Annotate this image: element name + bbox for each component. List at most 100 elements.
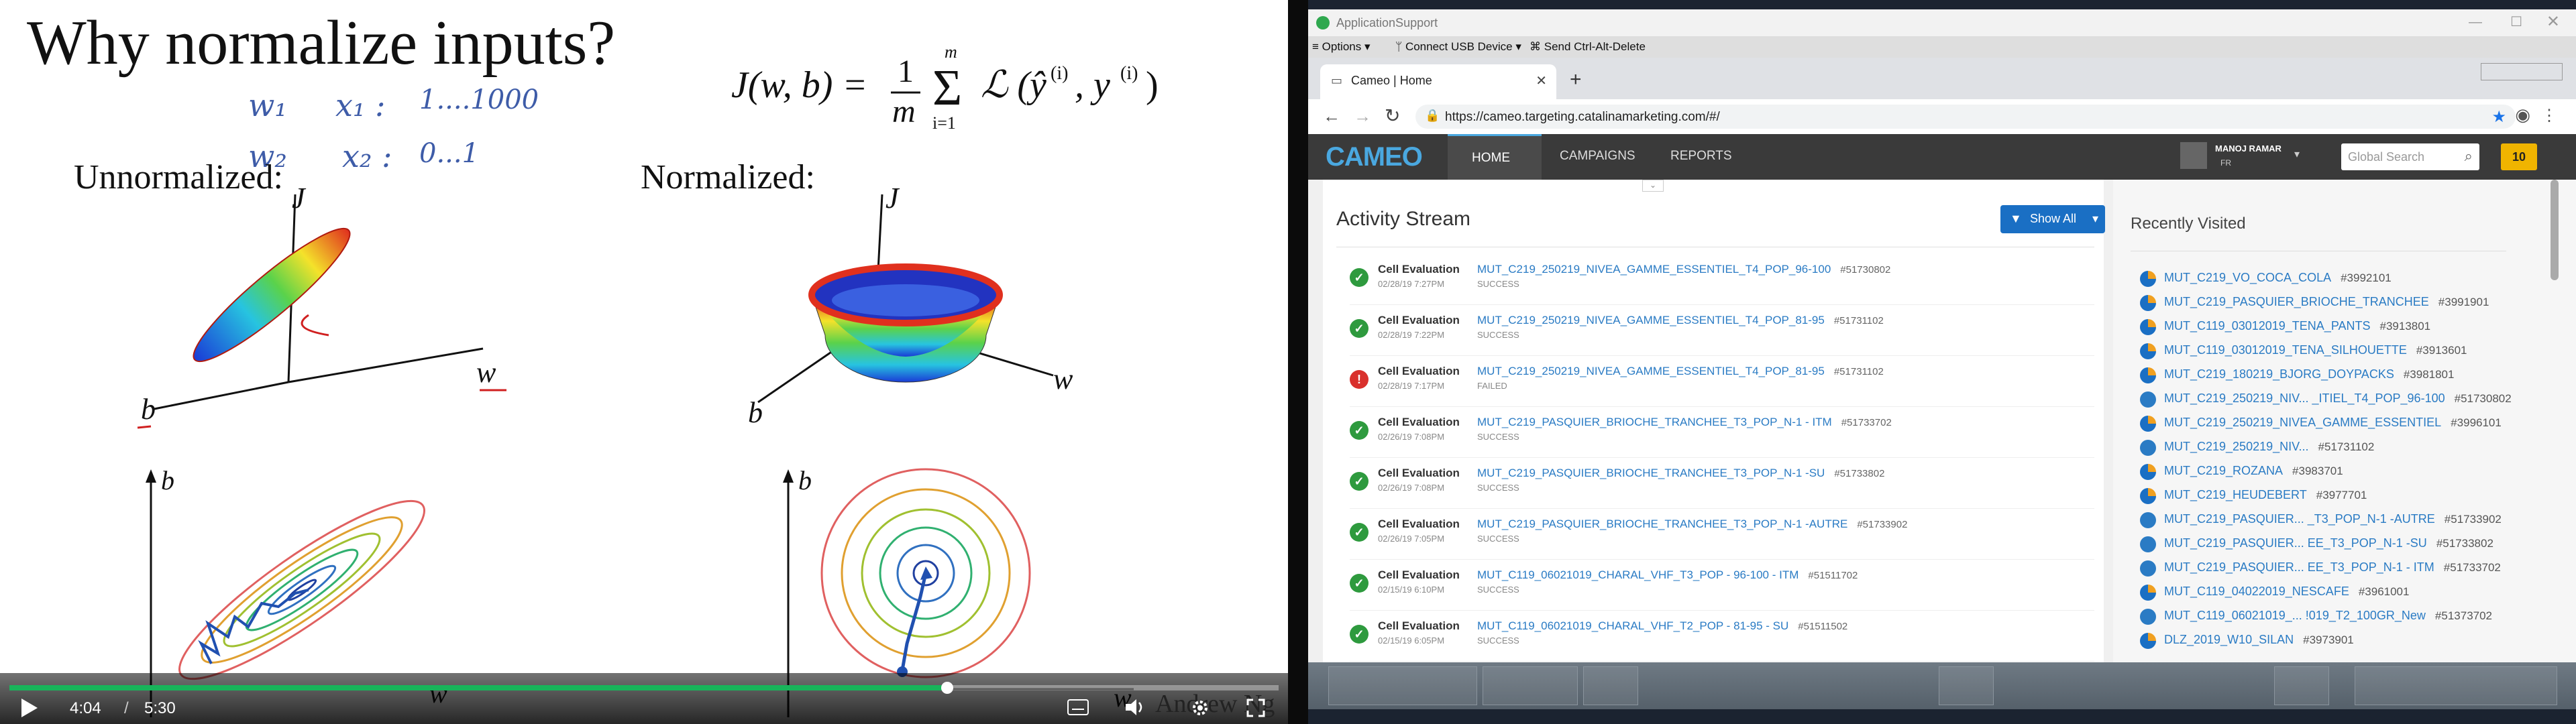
user-menu-chevron-icon[interactable]: ▾ <box>2294 147 2300 161</box>
show-all-button[interactable]: ▼ Show All ▾ <box>2000 205 2105 233</box>
nav-reports[interactable]: REPORTS <box>1670 149 1732 164</box>
activity-link[interactable]: MUT_C119_06021019_CHARAL_VHF_T3_POP - 96… <box>1477 568 1858 582</box>
recent-item-name[interactable]: MUT_C119_06021019_... !019_T2_100GR_New #… <box>2164 609 2492 623</box>
play-icon[interactable] <box>19 697 39 719</box>
nav-campaigns[interactable]: CAMPAIGNS <box>1560 149 1635 164</box>
maximize-icon[interactable]: ☐ <box>2510 13 2522 30</box>
recent-item[interactable]: MUT_C219_VO_COCA_COLA #3992101 <box>2140 267 2529 291</box>
close-icon[interactable]: ✕ <box>2546 12 2560 32</box>
recent-item[interactable]: MUT_C219_ROZANA #3983701 <box>2140 460 2529 484</box>
recent-item[interactable]: MUT_C219_HEUDEBERT #3977701 <box>2140 484 2529 508</box>
volume-icon[interactable] <box>1124 697 1147 717</box>
current-time: 4:04 <box>70 699 101 717</box>
recent-item-name[interactable]: MUT_C219_180219_BJORG_DOYPACKS #3981801 <box>2164 367 2454 381</box>
recent-item[interactable]: MUT_C219_180219_BJORG_DOYPACKS #3981801 <box>2140 363 2529 387</box>
activity-type: Cell Evaluation <box>1378 263 1460 276</box>
activity-type: Cell Evaluation <box>1378 314 1460 326</box>
profile-icon[interactable]: ◉ <box>2515 105 2530 125</box>
nav-home[interactable]: HOME <box>1448 134 1542 182</box>
global-search[interactable]: Global Search ⌕ <box>2341 143 2479 170</box>
bookmark-star-icon[interactable]: ★ <box>2491 107 2506 127</box>
activity-link[interactable]: MUT_C219_250219_NIVEA_GAMME_ESSENTIEL_T4… <box>1477 263 1890 276</box>
ctrl-alt-del-button[interactable]: ⌘ Send Ctrl-Alt-Delete <box>1529 40 1646 54</box>
recent-item-id: #3996101 <box>2451 416 2502 429</box>
handwriting-x1-range: 1....1000 <box>419 84 539 115</box>
recent-item[interactable]: MUT_C119_06021019_... !019_T2_100GR_New #… <box>2140 605 2529 629</box>
system-tray[interactable] <box>2355 666 2557 705</box>
taskbar-item[interactable] <box>1328 666 1477 705</box>
lock-icon: 🔒 <box>1425 109 1440 122</box>
forward-icon[interactable]: → <box>1354 106 1371 127</box>
recent-item-name[interactable]: MUT_C219_PASQUIER... _T3_POP_N-1 -AUTRE #… <box>2164 512 2502 526</box>
campaign-pie-icon <box>2140 585 2156 601</box>
axis-w-label: w <box>476 356 496 389</box>
campaign-pie-icon <box>2140 488 2156 504</box>
taskbar-item[interactable] <box>1583 666 1638 705</box>
recent-item-name[interactable]: MUT_C219_PASQUIER_BRIOCHE_TRANCHEE #39919… <box>2164 295 2489 309</box>
recent-item-name[interactable]: MUT_C219_250219_NIV... _ITIEL_T4_POP_96-… <box>2164 391 2512 406</box>
address-bar[interactable]: 🔒 https://cameo.targeting.catalinamarket… <box>1415 105 2516 129</box>
recent-item[interactable]: MUT_C119_03012019_TENA_SILHOUETTE #391360… <box>2140 339 2529 363</box>
tab-title: Cameo | Home <box>1351 74 1432 87</box>
remote-desktop-window[interactable]: ApplicationSupport — ☐ ✕ ≡ Options ▾ ᛘ C… <box>1308 0 2576 724</box>
cameo-logo[interactable]: CAMEO <box>1326 142 1423 172</box>
recent-item-name[interactable]: MUT_C219_PASQUIER... EE_T3_POP_N-1 -SU #5… <box>2164 536 2493 550</box>
back-icon[interactable]: ← <box>1323 106 1340 127</box>
recent-item-name[interactable]: MUT_C219_250219_NIVEA_GAMME_ESSENTIEL #39… <box>2164 416 2502 430</box>
taskbar-item[interactable] <box>1483 666 1578 705</box>
menu-icon[interactable]: ⋮ <box>2541 106 2557 125</box>
settings-icon[interactable] <box>1191 699 1210 717</box>
recent-item-name[interactable]: MUT_C219_HEUDEBERT #3977701 <box>2164 488 2367 502</box>
reload-icon[interactable]: ↻ <box>1385 105 1400 127</box>
collapse-chevron-icon[interactable]: ⌄ <box>1642 180 1664 192</box>
fullscreen-icon[interactable] <box>1246 699 1265 717</box>
recent-item-name[interactable]: MUT_C219_250219_NIV... #51731102 <box>2164 440 2374 454</box>
video-progress-bar[interactable] <box>9 682 1279 694</box>
recent-item-name[interactable]: DLZ_2019_W10_SILAN #3973901 <box>2164 633 2354 647</box>
recent-item[interactable]: MUT_C219_PASQUIER... EE_T3_POP_N-1 -SU #5… <box>2140 532 2529 556</box>
recent-item[interactable]: MUT_C219_250219_NIVEA_GAMME_ESSENTIEL #39… <box>2140 412 2529 436</box>
recent-item-name[interactable]: MUT_C219_ROZANA #3983701 <box>2164 464 2343 478</box>
recent-item-id: #3991901 <box>2438 296 2489 308</box>
new-tab-icon[interactable]: + <box>1570 68 1582 91</box>
avatar[interactable] <box>2180 142 2207 169</box>
vm-title: ApplicationSupport <box>1336 16 1438 29</box>
activity-link[interactable]: MUT_C219_250219_NIVEA_GAMME_ESSENTIEL_T4… <box>1477 314 1884 327</box>
options-menu[interactable]: ≡ Options ▾ <box>1312 40 1371 54</box>
activity-link[interactable]: MUT_C219_PASQUIER_BRIOCHE_TRANCHEE_T3_PO… <box>1477 416 1892 429</box>
recent-item-name[interactable]: MUT_C219_VO_COCA_COLA #3992101 <box>2164 271 2392 285</box>
taskbar-item[interactable] <box>1939 666 1994 705</box>
notification-badge[interactable]: 10 <box>2501 143 2537 170</box>
recent-item[interactable]: DLZ_2019_W10_SILAN #3973901 <box>2140 629 2529 653</box>
recent-item-name[interactable]: MUT_C119_03012019_TENA_PANTS #3913801 <box>2164 319 2430 333</box>
recent-item[interactable]: MUT_C119_03012019_TENA_PANTS #3913801 <box>2140 315 2529 339</box>
recent-item[interactable]: MUT_C219_PASQUIER... EE_T3_POP_N-1 - ITM… <box>2140 556 2529 581</box>
recent-item[interactable]: MUT_C219_PASQUIER_BRIOCHE_TRANCHEE #39919… <box>2140 291 2529 315</box>
taskbar-item[interactable] <box>2274 666 2329 705</box>
search-icon[interactable]: ⌕ <box>2465 147 2473 165</box>
activity-id: #51733902 <box>1857 519 1908 530</box>
recent-item-id: #3992101 <box>2341 272 2392 284</box>
video-player[interactable]: Why normalize inputs? J(w, b) = 1 m m Σ … <box>0 0 1288 724</box>
user-name: MANOJ RAMAR <box>2215 143 2282 154</box>
connect-usb-menu[interactable]: ᛘ Connect USB Device ▾ <box>1395 40 1521 54</box>
recent-item-name[interactable]: MUT_C219_PASQUIER... EE_T3_POP_N-1 - ITM… <box>2164 560 2501 575</box>
activity-link[interactable]: MUT_C219_250219_NIVEA_GAMME_ESSENTIEL_T4… <box>1477 365 1884 378</box>
activity-link[interactable]: MUT_C219_PASQUIER_BRIOCHE_TRANCHEE_T3_PO… <box>1477 518 1907 531</box>
svg-text:): ) <box>1146 64 1159 106</box>
recent-item[interactable]: MUT_C219_250219_NIV... _ITIEL_T4_POP_96-… <box>2140 387 2529 412</box>
activity-type: Cell Evaluation <box>1378 365 1460 377</box>
recent-item[interactable]: MUT_C219_250219_NIV... #51731102 <box>2140 436 2529 460</box>
tab-close-icon[interactable]: ✕ <box>1536 72 1547 89</box>
activity-link[interactable]: MUT_C219_PASQUIER_BRIOCHE_TRANCHEE_T3_PO… <box>1477 467 1884 480</box>
recent-item[interactable]: MUT_C119_04022019_NESCAFE #3961001 <box>2140 581 2529 605</box>
recent-item-name[interactable]: MUT_C119_03012019_TENA_SILHOUETTE #391360… <box>2164 343 2467 357</box>
svg-text:(i): (i) <box>1120 63 1138 84</box>
recent-item-name[interactable]: MUT_C119_04022019_NESCAFE #3961001 <box>2164 585 2409 599</box>
captions-icon[interactable] <box>1067 699 1089 716</box>
browser-tab[interactable]: ▭ Cameo | Home ✕ <box>1320 64 1556 99</box>
minimize-icon[interactable]: — <box>2469 15 2482 30</box>
scrollbar[interactable] <box>2551 180 2559 280</box>
activity-link[interactable]: MUT_C119_06021019_CHARAL_VHF_T2_POP - 81… <box>1477 619 1847 633</box>
recent-item[interactable]: MUT_C219_PASQUIER... _T3_POP_N-1 -AUTRE #… <box>2140 508 2529 532</box>
